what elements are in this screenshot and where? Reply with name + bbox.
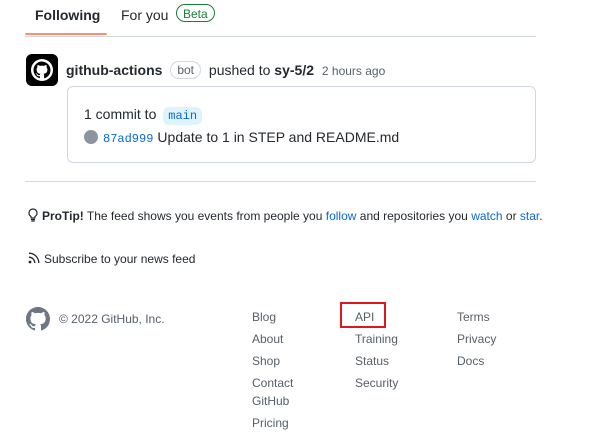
footer-col-3: Terms Privacy Docs <box>457 306 537 372</box>
footer-github-logo[interactable] <box>26 307 51 336</box>
footer-link-contact[interactable]: Contact GitHub <box>252 372 302 412</box>
follow-link[interactable]: follow <box>326 209 357 223</box>
protip: ProTip! The feed shows you events from p… <box>27 207 547 225</box>
footer-copyright: © 2022 GitHub, Inc. <box>59 312 165 326</box>
star-link[interactable]: star <box>520 209 539 223</box>
commit-row: 87ad999 Update to 1 in STEP and README.md <box>84 129 399 147</box>
protip-text-2: and repositories you <box>359 209 468 223</box>
footer-link-shop[interactable]: Shop <box>252 350 322 372</box>
footer-link-terms[interactable]: Terms <box>457 306 537 328</box>
protip-text-3: or <box>505 209 517 223</box>
watch-link[interactable]: watch <box>471 209 502 223</box>
api-highlight-box <box>340 302 386 328</box>
github-logo-icon <box>31 59 53 81</box>
commit-count-text: 1 commit to <box>84 106 157 122</box>
protip-label: ProTip! <box>42 209 84 223</box>
footer-col-1: Blog About Shop Contact GitHub Pricing <box>252 306 322 434</box>
footer-link-privacy[interactable]: Privacy <box>457 328 537 350</box>
commit-sha-link[interactable]: 87ad999 <box>103 132 153 146</box>
actor-link[interactable]: github-actions <box>66 62 162 78</box>
footer-link-training[interactable]: Training <box>355 328 435 350</box>
commit-author-avatar[interactable] <box>84 130 98 144</box>
light-bulb-icon <box>28 208 38 222</box>
protip-text-4: . <box>539 209 543 223</box>
commit-count: 1 commit to main <box>84 106 203 125</box>
footer-link-pricing[interactable]: Pricing <box>252 412 322 434</box>
footer-link-status[interactable]: Status <box>355 350 435 372</box>
footer-link-security[interactable]: Security <box>355 372 435 394</box>
protip-text-1: The feed shows you events from people yo… <box>86 209 323 223</box>
bot-badge: bot <box>170 61 202 79</box>
footer-link-docs[interactable]: Docs <box>457 350 537 372</box>
subscribe-link[interactable]: Subscribe to your news feed <box>28 251 195 267</box>
action-text: pushed to <box>208 62 271 78</box>
tab-for-you[interactable]: For you <box>121 7 168 23</box>
github-mark-icon <box>26 307 51 331</box>
actor-avatar[interactable] <box>26 54 58 86</box>
feed-divider <box>25 181 536 182</box>
branch-link[interactable]: main <box>163 107 203 125</box>
timestamp[interactable]: 2 hours ago <box>322 64 385 78</box>
commit-message: Update to 1 in STEP and README.md <box>157 129 400 145</box>
repo-link[interactable]: sy-5/2 <box>274 62 314 78</box>
subscribe-text: Subscribe to your news feed <box>44 252 196 266</box>
tab-following[interactable]: Following <box>35 7 100 23</box>
tabs-divider <box>25 36 536 37</box>
feed-item-header: github-actions bot pushed to sy-5/2 2 ho… <box>66 61 385 79</box>
footer-link-blog[interactable]: Blog <box>252 306 322 328</box>
tab-active-underline <box>25 33 107 35</box>
beta-badge: Beta <box>176 4 215 22</box>
rss-icon <box>28 252 40 264</box>
footer-link-about[interactable]: About <box>252 328 322 350</box>
